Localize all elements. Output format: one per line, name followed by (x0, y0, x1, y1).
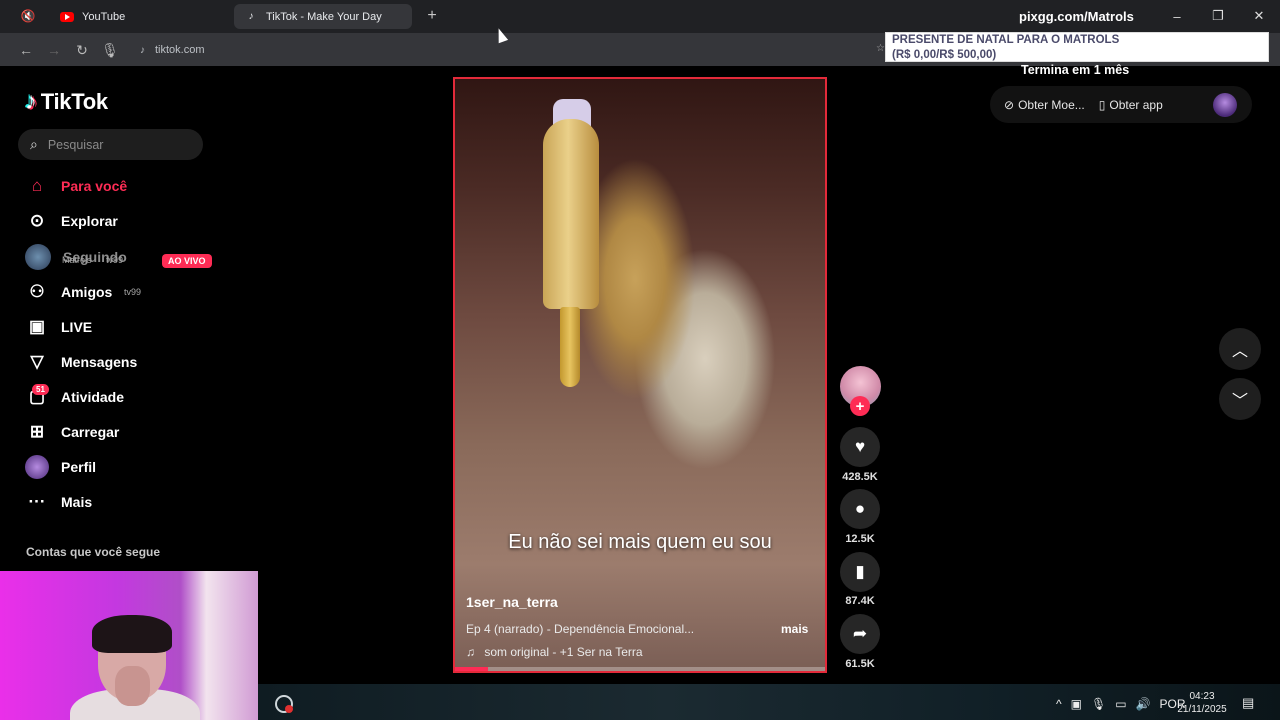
muted-speaker-icon[interactable]: 🔇 (20, 8, 36, 24)
home-icon: ⌂ (31, 176, 43, 195)
upload-icon: ⊞ (29, 422, 45, 441)
next-video-button[interactable]: ﹀ (1219, 378, 1261, 420)
chat-overlay-line: tv99 (124, 287, 142, 297)
search-icon: ⌕ (30, 136, 38, 152)
search-input[interactable]: ⌕ Pesquisar (18, 129, 203, 160)
following-accounts-heading: Contas que você segue (26, 545, 161, 559)
save-button[interactable]: ▮ (840, 552, 880, 592)
clock-date: 21/11/2025 (1177, 704, 1227, 715)
youtube-icon (60, 11, 74, 22)
sidebar-item-perfil[interactable]: Perfil (25, 455, 96, 479)
volume-icon[interactable]: 🔊 (1136, 697, 1151, 711)
webcam-overlay (0, 571, 258, 720)
more-button[interactable]: mais (781, 622, 808, 636)
comment-count: 12.5K (845, 533, 875, 545)
marker-body (543, 119, 599, 309)
comment-button[interactable]: ● (840, 489, 880, 529)
comment-icon: ● (854, 499, 866, 518)
sidebar-item-mais[interactable]: ··· Mais (25, 490, 93, 514)
restore-button[interactable]: ❐ (1205, 6, 1231, 26)
chevron-down-icon: ﹀ (1231, 393, 1248, 410)
send-icon: ▽ (30, 352, 44, 371)
tab-label: TikTok - Make Your Day (266, 10, 382, 23)
new-tab-button[interactable]: + (422, 6, 442, 26)
heart-icon: ♥ (854, 437, 866, 456)
tiktok-icon: ♪ (248, 11, 254, 22)
video-progress-fill (455, 667, 489, 671)
chat-overlay-line: Matrols tv99 (62, 255, 124, 265)
tab-youtube[interactable]: YouTube (50, 4, 230, 29)
forward-arrow-icon[interactable]: → (44, 40, 64, 60)
video-player[interactable]: Eu não sei mais quem eu sou 1ser_na_terr… (453, 77, 827, 673)
live-tv-icon: ▣ (28, 317, 46, 336)
network-icon[interactable]: ▭ (1115, 697, 1126, 711)
goal-deadline: Termina em 1 mês (1021, 63, 1130, 77)
chevron-up-icon[interactable]: ^ (1056, 697, 1062, 711)
live-badge: AO VIVO (162, 254, 212, 268)
share-arrow-icon: ➦ (852, 624, 868, 643)
video-music[interactable]: ♫ som original - +1 Ser na Terra (466, 645, 643, 659)
compass-icon: ⊙ (29, 211, 45, 230)
donation-progress: (R$ 0,00/R$ 500,00) (892, 49, 997, 61)
bookmark-star-icon[interactable]: ☆ (876, 43, 885, 54)
search-placeholder: Pesquisar (47, 137, 104, 152)
following-avatar (25, 244, 51, 270)
save-count: 87.4K (845, 595, 875, 607)
follow-button[interactable]: + (850, 396, 870, 416)
donation-title: PRESENTE DE NATAL PARA O MATROLS (892, 34, 1120, 46)
notification-center-icon[interactable]: ▤ (1242, 695, 1254, 711)
streamer-hand (115, 666, 150, 706)
like-button[interactable]: ♥ (840, 427, 880, 467)
stream-url-overlay: pixgg.com/Matrols (1019, 9, 1134, 24)
tab-tiktok[interactable]: ♪ TikTok - Make Your Day (234, 4, 412, 29)
clock-time: 04:23 (1189, 691, 1215, 702)
video-caption: Eu não sei mais quem eu sou (508, 531, 772, 553)
sidebar-item-amigos[interactable]: ⚇ Amigos (25, 280, 112, 304)
streamer-hair (92, 615, 172, 653)
sidebar-item-live[interactable]: ▣ LIVE (25, 315, 92, 339)
recording-dot-icon (285, 705, 293, 713)
more-icon: ··· (28, 492, 46, 511)
meet-now-icon[interactable]: ▣ (1071, 697, 1082, 711)
marker-tip (560, 307, 580, 387)
bookmark-icon: ▮ (855, 562, 865, 581)
sidebar-item-explorar[interactable]: ⊙ Explorar (25, 209, 118, 233)
back-arrow-icon[interactable]: ← (16, 40, 36, 60)
like-count: 428.5K (842, 471, 878, 483)
tiktok-icon: ♪ (25, 88, 37, 115)
minimize-button[interactable]: – (1164, 6, 1190, 26)
profile-avatar (25, 455, 49, 479)
tiktok-logo[interactable]: ♪ TikTok (25, 88, 108, 116)
sidebar-item-mensagens[interactable]: ▽ Mensagens (25, 350, 137, 374)
reload-icon[interactable]: ↻ (72, 40, 92, 60)
activity-badge: 51 (32, 384, 49, 395)
taskbar-clock[interactable]: 04:23 21/11/2025 (1170, 690, 1234, 716)
friends-icon: ⚇ (29, 282, 45, 301)
get-coins-button[interactable]: ⊘ Obter Moe... (1004, 98, 1085, 112)
share-button[interactable]: ➦ (840, 614, 880, 654)
sidebar-item-para-voce[interactable]: ⌂ Para você (25, 174, 127, 198)
chevron-up-icon: ︿ (1231, 343, 1248, 360)
coin-icon: ⊘ (1004, 97, 1015, 112)
sidebar-item-carregar[interactable]: ⊞ Carregar (25, 420, 120, 444)
microphone-icon[interactable]: 🎙 (1091, 697, 1106, 711)
url-text: tiktok.com (155, 44, 205, 56)
get-app-button[interactable]: ▯ Obter app (1099, 98, 1163, 112)
tab-label: YouTube (82, 10, 126, 23)
close-button[interactable]: ✕ (1246, 6, 1272, 26)
music-note-icon: ♫ (466, 645, 475, 659)
phone-icon: ▯ (1098, 97, 1106, 112)
site-info-icon: ♪ (140, 44, 145, 56)
video-description: Ep 4 (narrado) - Dependência Emocional..… (466, 622, 695, 636)
url-field[interactable]: ♪ tiktok.com (140, 40, 205, 60)
video-progress-track[interactable] (455, 667, 825, 671)
profile-avatar[interactable] (1213, 93, 1237, 117)
share-count: 61.5K (845, 658, 875, 670)
previous-video-button[interactable]: ︿ (1219, 328, 1261, 370)
donation-goal-overlay: PRESENTE DE NATAL PARA O MATROLS (R$ 0,0… (885, 32, 1269, 62)
video-author[interactable]: 1ser_na_terra (466, 594, 558, 610)
microphone-icon[interactable]: 🎙 (100, 40, 120, 60)
